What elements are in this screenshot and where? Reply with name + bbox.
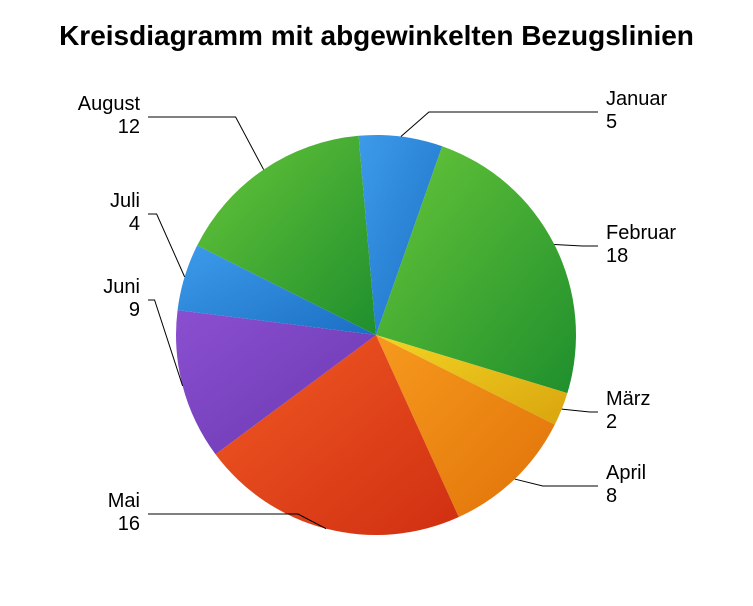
label-januar: Januar 5 <box>606 88 667 134</box>
chart-stage: Kreisdiagramm mit abgewinkelten Bezugsli… <box>0 0 753 606</box>
leader-line <box>562 409 598 412</box>
label-februar: Februar 18 <box>606 222 676 268</box>
label-maerz: März 2 <box>606 388 650 434</box>
label-value: 8 <box>606 485 646 508</box>
label-value: 12 <box>78 116 140 139</box>
leader-line <box>401 112 598 137</box>
label-april: April 8 <box>606 462 646 508</box>
leader-line <box>554 245 598 246</box>
label-juli: Juli 4 <box>110 190 140 236</box>
label-value: 2 <box>606 411 650 434</box>
label-mai: Mai 16 <box>108 490 140 536</box>
label-value: 4 <box>110 213 140 236</box>
leader-line <box>148 117 264 170</box>
label-value: 18 <box>606 245 676 268</box>
label-value: 9 <box>103 299 140 322</box>
label-text: August <box>78 93 140 116</box>
leader-line <box>515 479 598 486</box>
label-text: März <box>606 388 650 411</box>
label-text: Januar <box>606 88 667 111</box>
label-value: 5 <box>606 111 667 134</box>
label-text: Mai <box>108 490 140 513</box>
leader-line <box>148 214 185 277</box>
label-text: Juli <box>110 190 140 213</box>
label-text: Juni <box>103 276 140 299</box>
label-juni: Juni 9 <box>103 276 140 322</box>
label-value: 16 <box>108 513 140 536</box>
label-august: August 12 <box>78 93 140 139</box>
label-text: April <box>606 462 646 485</box>
label-text: Februar <box>606 222 676 245</box>
